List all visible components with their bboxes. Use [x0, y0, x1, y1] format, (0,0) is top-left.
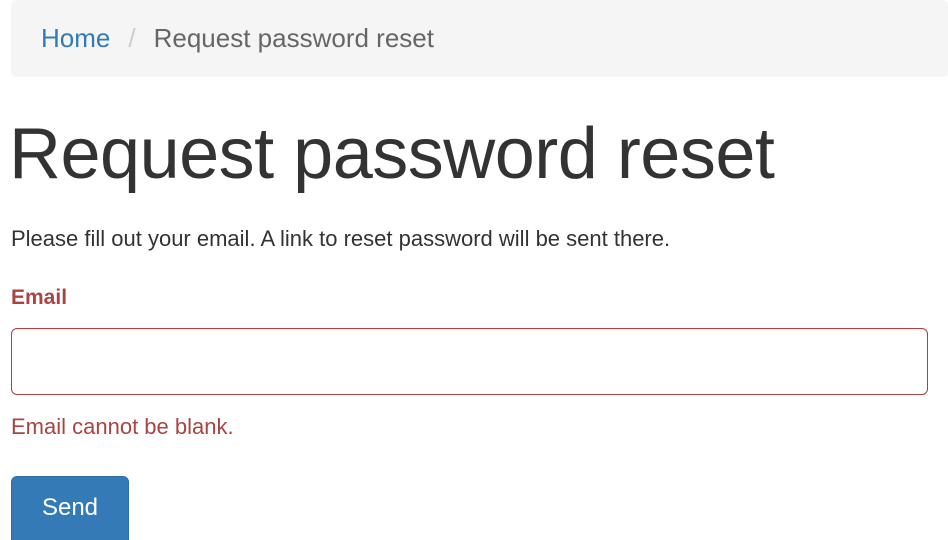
email-error-message: Email cannot be blank.	[11, 414, 234, 439]
send-button[interactable]: Send	[11, 476, 129, 540]
breadcrumb-separator: /	[128, 23, 136, 53]
page-title: Request password reset	[9, 114, 775, 194]
breadcrumb-home-link[interactable]: Home	[41, 23, 110, 54]
page: Home / Request password reset Request pa…	[0, 0, 948, 540]
intro-text: Please fill out your email. A link to re…	[11, 226, 671, 251]
breadcrumb: Home / Request password reset	[11, 0, 948, 77]
breadcrumb-current: Request password reset	[153, 23, 434, 53]
email-label: Email	[11, 286, 68, 309]
email-field[interactable]	[11, 328, 928, 395]
